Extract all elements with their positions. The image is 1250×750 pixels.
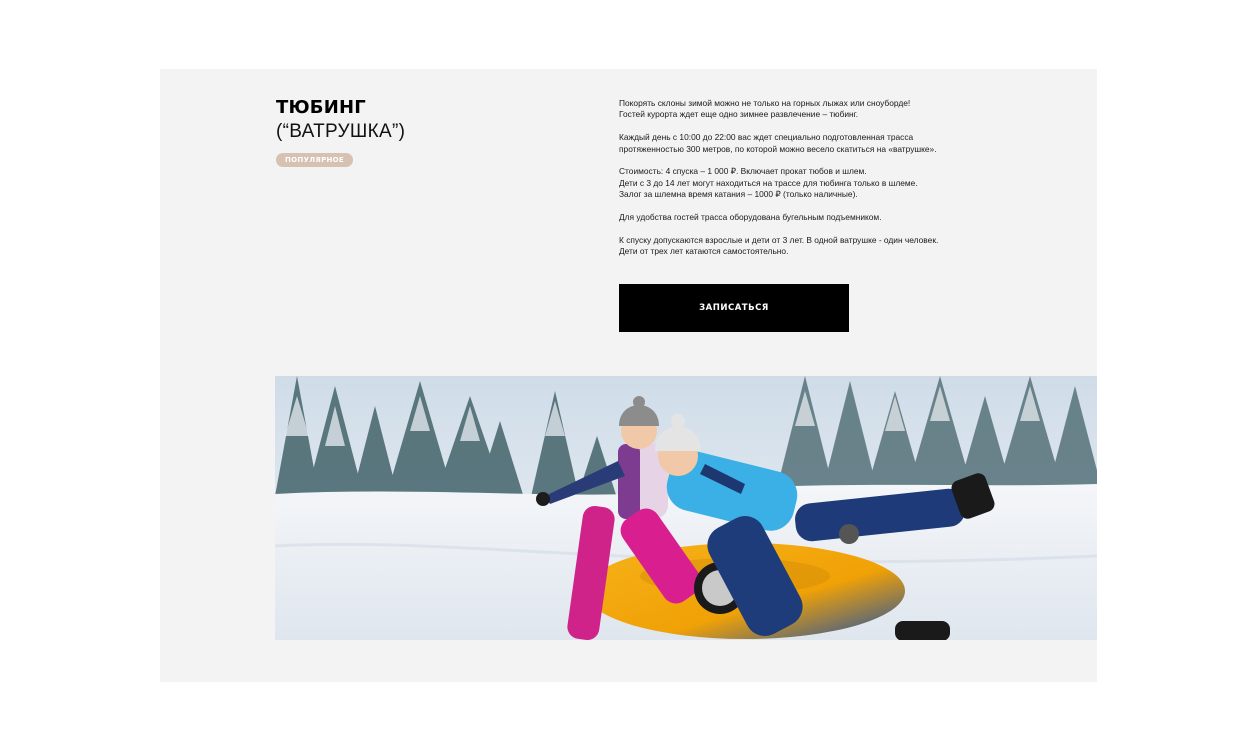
description-paragraph-4: Для удобства гостей трасса оборудована б… <box>619 212 979 223</box>
description-paragraph-5: К спуску допускаются взрослые и дети от … <box>619 235 979 258</box>
section-title: ТЮБИНГ <box>276 97 366 118</box>
description-paragraph-2: Каждый день с 10:00 до 22:00 вас ждет сп… <box>619 132 979 155</box>
popular-badge: ПОПУЛЯРНОЕ <box>276 153 353 167</box>
description-line: Стоимость: 4 спуска – 1 000 ₽. Включает … <box>619 166 867 177</box>
signup-button[interactable]: ЗАПИСАТЬСЯ <box>619 284 849 332</box>
description-line: Залог за шлемна время катания – 1000 ₽ (… <box>619 189 858 200</box>
description-paragraph-1: Покорять склоны зимой можно не только на… <box>619 98 979 121</box>
description-line: Гостей курорта ждет еще одно зимнее разв… <box>619 109 859 120</box>
description-line: Каждый день с 10:00 до 22:00 вас ждет сп… <box>619 132 914 143</box>
photo-illustration <box>275 376 1097 640</box>
description-line: К спуску допускаются взрослые и дети от … <box>619 234 939 245</box>
description-line: протяженностью 300 метров, по которой мо… <box>619 143 937 154</box>
description-line: Дети с 3 до 14 лет могут находиться на т… <box>619 177 918 188</box>
description-line: Дети от трех лет катаются самостоятельно… <box>619 246 789 257</box>
description: Покорять склоны зимой можно не только на… <box>619 98 979 269</box>
kids-snow-tubing-photo <box>275 376 1097 640</box>
description-line: Покорять склоны зимой можно не только на… <box>619 98 911 108</box>
description-paragraph-3: Стоимость: 4 спуска – 1 000 ₽. Включает … <box>619 166 979 200</box>
description-line: Для удобства гостей трасса оборудована б… <box>619 212 882 223</box>
tubing-card: ТЮБИНГ (“ВАТРУШКА”) ПОПУЛЯРНОЕ Покорять … <box>160 69 1097 682</box>
section-subtitle: (“ВАТРУШКА”) <box>276 121 406 142</box>
